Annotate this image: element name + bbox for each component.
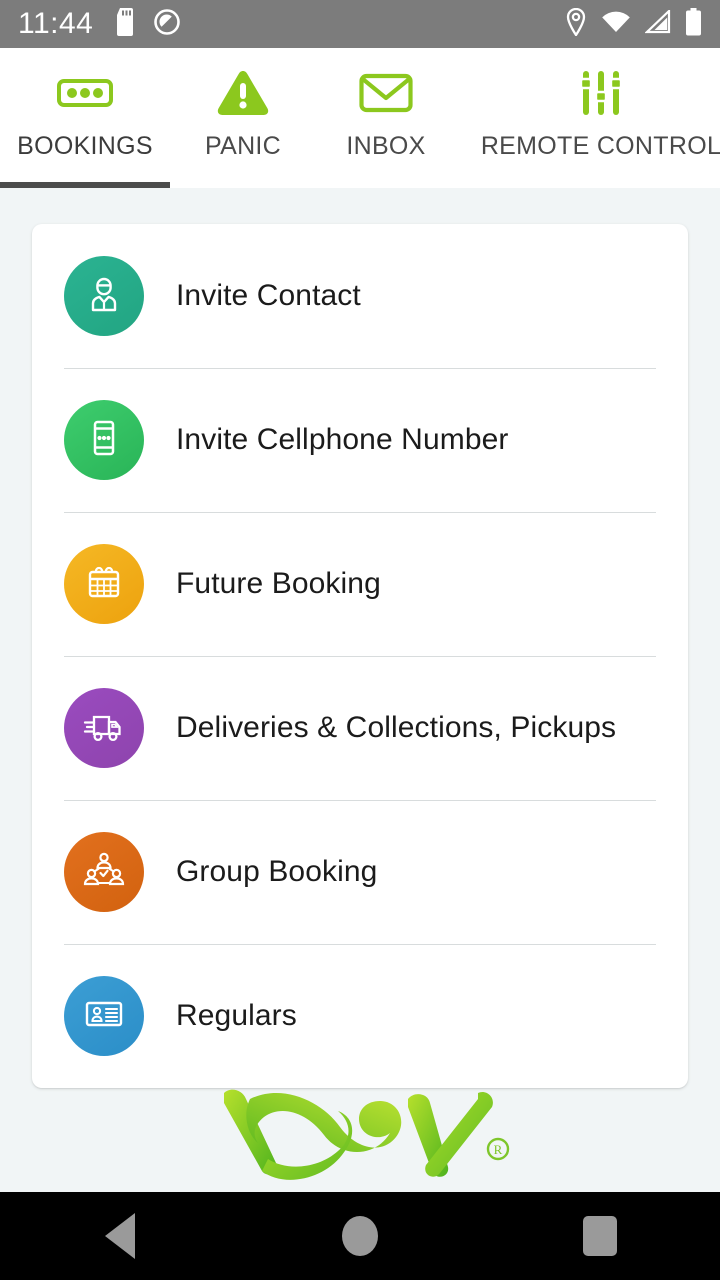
list-item[interactable]: Group Booking xyxy=(32,800,688,944)
tab-bookings[interactable]: BOOKINGS xyxy=(0,48,170,188)
vox-logo-mark: R xyxy=(224,1089,510,1180)
app-screen: 11:44 BOOKINGS PANIC INBOX REMOTE CONTRO… xyxy=(0,0,720,1280)
back-button[interactable] xyxy=(0,1192,240,1280)
tab-bookings-label: BOOKINGS xyxy=(17,132,153,160)
android-navigation-bar xyxy=(0,1192,720,1280)
content-area: Invite Contact Invite Cellphone Number F… xyxy=(0,188,720,1192)
avatar xyxy=(64,400,144,480)
list-item-label: Future Booking xyxy=(176,567,381,600)
panic-warning-icon xyxy=(216,64,270,122)
home-circle-icon xyxy=(342,1216,378,1256)
list-item[interactable]: Deliveries & Collections, Pickups xyxy=(32,656,688,800)
recents-button[interactable] xyxy=(480,1192,720,1280)
bookings-options-card: Invite Contact Invite Cellphone Number F… xyxy=(32,224,688,1088)
tab-remote-control[interactable]: REMOTE CONTROL xyxy=(456,48,720,188)
id-card-icon xyxy=(81,992,127,1041)
wifi-icon xyxy=(601,10,631,39)
status-bar-right-icons xyxy=(565,7,702,41)
list-item-label: Regulars xyxy=(176,999,297,1032)
person-contact-icon xyxy=(82,272,126,321)
svg-text:R: R xyxy=(494,1142,503,1157)
avatar xyxy=(64,544,144,624)
list-item-label: Deliveries & Collections, Pickups xyxy=(176,711,617,744)
delivery-truck-icon xyxy=(81,704,127,753)
envelope-icon xyxy=(359,64,413,122)
group-people-icon xyxy=(81,848,127,897)
do-not-disturb-icon xyxy=(153,8,181,41)
list-item-label: Invite Cellphone Number xyxy=(176,423,509,456)
status-bar-left-icons xyxy=(115,7,181,41)
avatar xyxy=(64,688,144,768)
avatar xyxy=(64,832,144,912)
vox-logo: R xyxy=(0,1072,720,1192)
list-item-label: Group Booking xyxy=(176,855,378,888)
battery-icon xyxy=(685,7,702,41)
back-triangle-icon xyxy=(105,1213,135,1259)
list-item[interactable]: Future Booking xyxy=(32,512,688,656)
home-button[interactable] xyxy=(240,1192,480,1280)
tab-panic-label: PANIC xyxy=(204,132,282,160)
list-item[interactable]: Regulars xyxy=(32,944,688,1088)
tab-bar: BOOKINGS PANIC INBOX REMOTE CONTROL xyxy=(0,48,720,188)
avatar xyxy=(64,976,144,1056)
status-bar: 11:44 xyxy=(0,0,720,48)
calendar-icon xyxy=(82,560,126,609)
status-bar-clock: 11:44 xyxy=(18,7,94,40)
bookings-icon xyxy=(57,64,113,122)
tab-inbox-label: INBOX xyxy=(346,132,426,160)
registered-trademark-icon: R xyxy=(486,1137,510,1161)
list-item[interactable]: Invite Contact xyxy=(32,224,688,368)
tab-remote-control-label: REMOTE CONTROL xyxy=(480,132,720,160)
cellular-signal-icon xyxy=(644,7,671,39)
location-icon xyxy=(565,7,587,41)
tab-inbox[interactable]: INBOX xyxy=(316,48,456,188)
cellphone-icon xyxy=(82,416,126,465)
sd-card-icon xyxy=(115,7,137,41)
sliders-icon xyxy=(576,64,626,122)
tab-panic[interactable]: PANIC xyxy=(170,48,316,188)
list-item-label: Invite Contact xyxy=(176,279,361,312)
list-item[interactable]: Invite Cellphone Number xyxy=(32,368,688,512)
avatar xyxy=(64,256,144,336)
recents-square-icon xyxy=(583,1216,617,1256)
